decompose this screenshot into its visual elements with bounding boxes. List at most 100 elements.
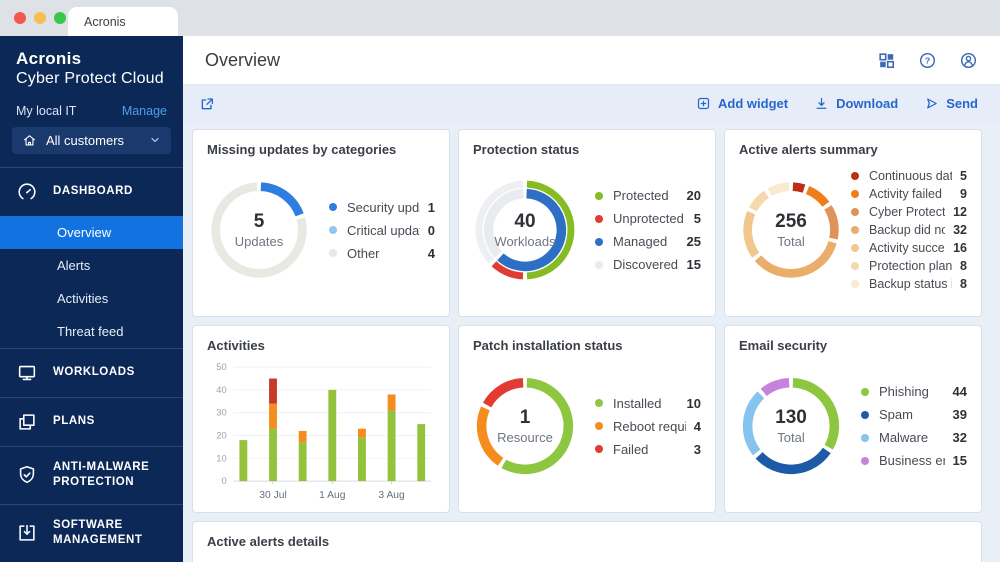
sidebar-item-label: SOFTWARE MANAGEMENT <box>53 518 143 547</box>
sidebar-item-threat-feed[interactable]: Threat feed <box>0 315 183 348</box>
customer-selector[interactable]: All customers <box>12 127 171 154</box>
legend-dot-icon <box>851 280 859 288</box>
sidebar-item-activities[interactable]: Activities <box>0 282 183 315</box>
legend-dot-icon <box>595 237 603 246</box>
svg-text:0: 0 <box>221 476 226 486</box>
sidebar-item-workloads[interactable]: WORKLOADS <box>0 349 183 397</box>
legend-dot-icon <box>595 191 603 200</box>
widget-title: Email security <box>739 338 828 353</box>
legend-dot-icon <box>861 387 869 396</box>
legend-row: Protection plan con... 8 <box>851 259 967 273</box>
apps-grid-icon[interactable] <box>877 51 896 70</box>
legend-value: 5 <box>693 211 701 226</box>
widget-legend: Security updates 1 Critical updates 0 Other 4 <box>329 192 435 269</box>
legend-dot-icon <box>851 190 859 198</box>
legend-label: Protection plan con... <box>869 259 953 273</box>
sidebar-item-overview[interactable]: Overview <box>0 215 183 249</box>
sidebar-item-plans[interactable]: PLANS <box>0 398 183 446</box>
add-widget-icon <box>696 96 711 111</box>
legend-row: Activity succeeded... 16 <box>851 241 967 255</box>
dashboard-toolbar: Add widget Download Send <box>183 85 1000 122</box>
legend-value: 5 <box>960 169 967 183</box>
legend-label: Failed <box>613 441 649 457</box>
svg-text:40: 40 <box>216 385 226 395</box>
window-minimize-button[interactable] <box>34 12 46 24</box>
open-in-new-window-icon[interactable] <box>199 96 215 112</box>
legend-dot-icon <box>595 214 603 223</box>
legend-value: 4 <box>693 418 701 434</box>
donut-chart: 1 Resource <box>473 374 577 478</box>
download-button[interactable]: Download <box>814 96 898 111</box>
legend-row: Managed 25 <box>595 234 701 249</box>
legend-row: Other 4 <box>329 246 435 261</box>
widget-missing-updates: Missing updates by categories 5 Updates … <box>192 129 450 317</box>
legend-value: 8 <box>960 259 967 273</box>
widget-title: Protection status <box>473 142 580 157</box>
legend-dot-icon <box>851 172 859 180</box>
legend-label: Cyber Protection s... <box>869 205 946 219</box>
legend-label: Business email co... <box>879 453 945 468</box>
add-widget-button[interactable]: Add widget <box>696 96 788 111</box>
bar-chart: 0 10 20 30 40 50 30 Jul 1 Aug 3 Aug <box>207 355 435 507</box>
window-close-button[interactable] <box>14 12 26 24</box>
donut-chart: 5 Updates <box>207 178 311 282</box>
sidebar-item-label: WORKLOADS <box>53 366 135 379</box>
browser-tab[interactable]: Acronis <box>68 7 178 36</box>
account-icon[interactable] <box>959 51 978 70</box>
legend-dot-icon <box>861 433 869 442</box>
page-title: Overview <box>205 49 281 70</box>
legend-label: Security updates <box>347 199 420 215</box>
widget-legend: Protected 20 Unprotected 5 Managed 25 Discover… <box>595 180 701 280</box>
manage-link[interactable]: Manage <box>122 104 167 118</box>
donut-svg <box>211 182 307 278</box>
legend-value: 1 <box>427 199 435 215</box>
legend-row: Continuous data pr... 5 <box>851 169 967 183</box>
legend-dot-icon <box>861 410 869 419</box>
legend-label: Unprotected <box>613 211 684 226</box>
legend-dot-icon <box>329 226 337 234</box>
sidebar-item-anti-malware[interactable]: ANTI-MALWARE PROTECTION <box>0 447 183 504</box>
legend-label: Backup did not st... <box>869 223 945 237</box>
sidebar-item-alerts[interactable]: Alerts <box>0 249 183 282</box>
window-zoom-button[interactable] <box>54 12 66 24</box>
send-button[interactable]: Send <box>924 96 978 111</box>
widget-legend: Installed 10Reboot required 4 Failed 3 <box>595 388 701 465</box>
legend-row: Unprotected 5 <box>595 211 701 226</box>
donut-chart: 40 Workloads <box>473 178 577 282</box>
legend-row: Business email co... 15 <box>861 453 967 468</box>
legend-label: Discovered <box>613 257 679 272</box>
legend-row: Discovered 15 <box>595 257 701 272</box>
legend-row: Protected 20 <box>595 188 701 203</box>
legend-row: Critical updates 0 <box>329 223 435 238</box>
legend-dot-icon <box>851 244 859 252</box>
svg-text:20: 20 <box>216 430 226 440</box>
browser-chrome: Acronis <box>0 0 1000 36</box>
page-header: Overview ? <box>183 36 1000 85</box>
window-controls <box>14 12 66 24</box>
legend-value: 3 <box>693 441 701 457</box>
svg-text:3 Aug: 3 Aug <box>378 490 405 501</box>
legend-label: Reboot required <box>613 418 686 434</box>
logo-line-1: Acronis <box>16 49 82 68</box>
widget-legend: Continuous data pr... 5 Activity failed 9 Cy… <box>851 165 967 295</box>
legend-dot-icon <box>329 249 337 257</box>
widget-protection-status: Protection status 40 Workloads Protected… <box>458 129 716 317</box>
svg-text:?: ? <box>925 55 930 65</box>
bar-chart-svg: 0 10 20 30 40 50 30 Jul 1 Aug 3 Aug <box>216 362 432 501</box>
svg-text:50: 50 <box>216 362 226 372</box>
legend-row: Security updates 1 <box>329 200 435 215</box>
widget-title: Patch installation status <box>473 338 623 353</box>
gauge-icon <box>16 181 38 203</box>
sidebar-item-software-management[interactable]: SOFTWARE MANAGEMENT <box>0 505 183 562</box>
help-icon[interactable]: ? <box>918 51 937 70</box>
sidebar-item-label: PLANS <box>53 415 95 428</box>
home-icon <box>22 133 37 148</box>
sidebar: Acronis Cyber Protect Cloud My local IT … <box>0 36 183 562</box>
legend-row: Malware 32 <box>861 430 967 445</box>
legend-value: 32 <box>953 223 967 237</box>
donut-chart: 130 Total <box>739 374 843 478</box>
logo-line-2: Cyber Protect Cloud <box>16 70 164 87</box>
sidebar-item-dashboard[interactable]: DASHBOARD <box>0 168 183 216</box>
donut-svg <box>742 377 840 475</box>
legend-dot-icon <box>329 203 337 211</box>
